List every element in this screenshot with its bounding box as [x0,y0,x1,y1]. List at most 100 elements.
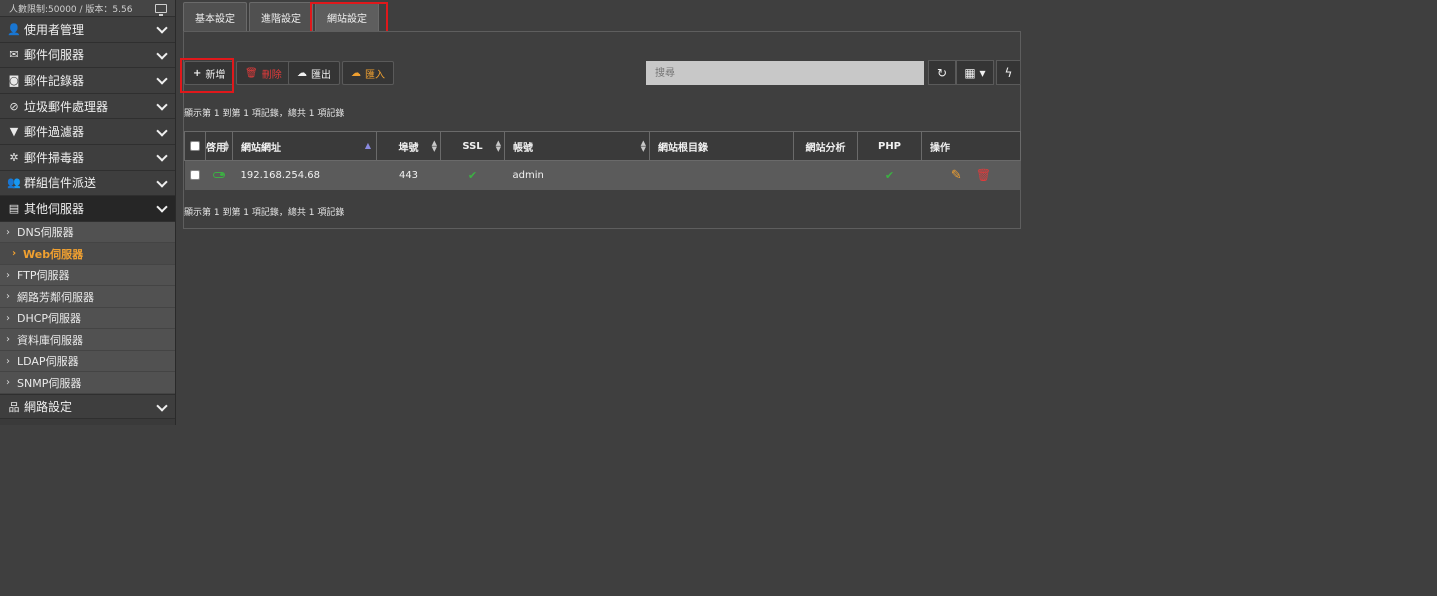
search-input[interactable] [646,61,924,85]
sort-asc-icon: ▲ [364,141,371,150]
refresh-icon: ↻ [936,65,948,80]
sidebar: 人數限制:50000 / 版本：5.56 👤 使用者管理 ✉ 郵件伺服器 ◙ 郵… [0,0,176,425]
table-row[interactable]: 192.168.254.68 443 ✔ admin ✔ ✎ 🗑 [184,160,1021,190]
sub-item-ftp[interactable]: › FTP伺服器 [0,264,175,287]
chevron-right-icon: › [6,312,10,324]
url-cell: 192.168.254.68 [232,160,377,190]
sub-item-web[interactable]: › Web伺服器 [0,243,175,265]
chevron-down-icon [156,49,168,61]
version-bar: 人數限制:50000 / 版本：5.56 [0,0,175,17]
bolt-icon: ϟ [1004,65,1013,80]
chevron-right-icon: › [6,355,10,367]
select-all-checkbox[interactable] [190,140,200,151]
delete-button[interactable]: 🗑 刪除 [236,61,291,85]
cloud-download-icon: ☁ [351,67,361,79]
user-icon: 👤 [7,22,21,36]
col-ssl[interactable]: SSL ▲ ▼ [440,131,505,161]
account-cell: admin [504,160,650,190]
users-icon: 👥 [7,176,21,190]
chevron-down-icon [156,126,168,138]
monitor-icon[interactable] [155,3,167,16]
records-info-top: 顯示第 1 到第 1 項記錄，總共 1 項記錄 [184,109,345,119]
sort-icon: ▲ ▼ [495,139,501,153]
menu-item-virus-scanner[interactable]: ✲ 郵件掃毒器 [0,144,175,171]
chevron-right-icon: › [6,226,10,238]
export-button[interactable]: ☁ 匯出 [288,61,340,85]
records-info-bottom: 顯示第 1 到第 1 項記錄，總共 1 項記錄 [184,208,345,218]
sub-item-samba[interactable]: › 網路芳鄰伺服器 [0,286,175,308]
table-header-row: 啓用 ▲ ▼ 網站網址 ▲ 埠號 ▲ ▼ SSL ▲ ▼ 帳號 ▲ ▼ 網站根目錄 網站分析 PH… [184,131,1021,161]
chevron-down-icon [156,151,168,163]
menu-item-user-management[interactable]: 👤 使用者管理 [0,17,175,43]
sub-item-ldap[interactable]: › LDAP伺服器 [0,350,175,373]
menu-item-mail-filter[interactable]: ▼ 郵件過濾器 [0,119,175,145]
chevron-down-icon [156,23,168,35]
col-account[interactable]: 帳號 ▲ ▼ [504,131,650,161]
flash-button[interactable]: ϟ [996,60,1021,85]
row-checkbox[interactable] [190,169,200,180]
tab-advanced-settings[interactable]: 進階設定 [249,2,313,31]
sort-icon: ▲ ▼ [431,139,437,153]
row-select-cell[interactable] [184,160,206,190]
sub-item-snmp[interactable]: › SNMP伺服器 [0,372,175,394]
enabled-cell[interactable] [205,160,233,190]
websites-table: 啓用 ▲ ▼ 網站網址 ▲ 埠號 ▲ ▼ SSL ▲ ▼ 帳號 ▲ ▼ 網站根目錄 網站分析 PH… [184,131,1021,190]
check-icon: ✔ [467,168,478,182]
port-cell: 443 [376,160,441,190]
camera-icon: ◙ [8,73,20,87]
col-port[interactable]: 埠號 ▲ ▼ [376,131,441,161]
col-actions: 操作 [921,131,1021,161]
highlight-box-add [180,58,234,93]
sub-item-dhcp[interactable]: › DHCP伺服器 [0,307,175,330]
server-icon: ▤ [8,201,20,215]
col-analytics[interactable]: 網站分析 [793,131,858,161]
chevron-right-icon: › [6,377,10,388]
chevron-right-icon: › [6,334,10,345]
chevron-down-icon [156,202,168,214]
grid-icon: ▦ ▾ [964,65,986,80]
toggle-on-icon[interactable] [213,171,225,178]
filter-icon: ▼ [9,125,19,139]
tab-basic-settings[interactable]: 基本設定 [183,2,247,31]
chevron-down-icon [156,177,168,189]
menu-item-network-settings[interactable]: 品 網路設定 [0,393,175,420]
menu-item-mail-server[interactable]: ✉ 郵件伺服器 [0,42,175,69]
pencil-icon[interactable]: ✎ [951,168,962,183]
trash-icon[interactable]: 🗑 [976,168,991,182]
col-root-dir[interactable]: 網站根目錄 [649,131,794,161]
chevron-right-icon: › [6,291,10,302]
cloud-upload-icon: ☁ [297,67,307,79]
sub-item-dns[interactable]: › DNS伺服器 [0,221,175,244]
menu-item-spam-processor[interactable]: ⊘ 垃圾郵件處理器 [0,93,175,120]
import-button[interactable]: ☁ 匯入 [342,61,394,85]
menu-item-mail-recorder[interactable]: ◙ 郵件記錄器 [0,68,175,94]
ban-icon: ⊘ [9,99,19,113]
envelope-icon: ✉ [9,48,19,62]
refresh-button[interactable]: ↻ [928,60,956,85]
col-url[interactable]: 網站網址 ▲ [232,131,377,161]
chevron-down-icon [156,74,168,86]
sitemap-icon: 品 [8,400,20,414]
chevron-right-icon: › [12,248,17,259]
ssl-cell: ✔ [440,160,505,190]
app-root: 人數限制:50000 / 版本：5.56 👤 使用者管理 ✉ 郵件伺服器 ◙ 郵… [0,0,1024,425]
columns-toggle-button[interactable]: ▦ ▾ [956,60,994,85]
menu-item-group-mail[interactable]: 👥 群組信件派送 [0,170,175,197]
menu-item-other-servers[interactable]: ▤ 其他伺服器 [0,196,175,222]
sort-icon: ▲ ▼ [640,139,646,153]
php-cell: ✔ [857,160,922,190]
trash-icon: 🗑 [245,67,258,79]
actions-cell: ✎ 🗑 [921,160,1021,190]
bug-icon: ✲ [9,150,19,164]
sub-item-database[interactable]: › 資料庫伺服器 [0,329,175,351]
select-all-header[interactable] [184,131,206,161]
limit-version-text: 人數限制:50000 / 版本：5.56 [9,4,133,15]
col-enabled[interactable]: 啓用 ▲ ▼ [205,131,233,161]
chevron-down-icon [156,100,168,112]
root-dir-cell [649,160,794,190]
col-php[interactable]: PHP [857,131,922,161]
chevron-right-icon: › [6,269,10,281]
analytics-cell [793,160,858,190]
sort-icon: ▲ ▼ [223,139,229,153]
check-icon: ✔ [884,168,895,182]
